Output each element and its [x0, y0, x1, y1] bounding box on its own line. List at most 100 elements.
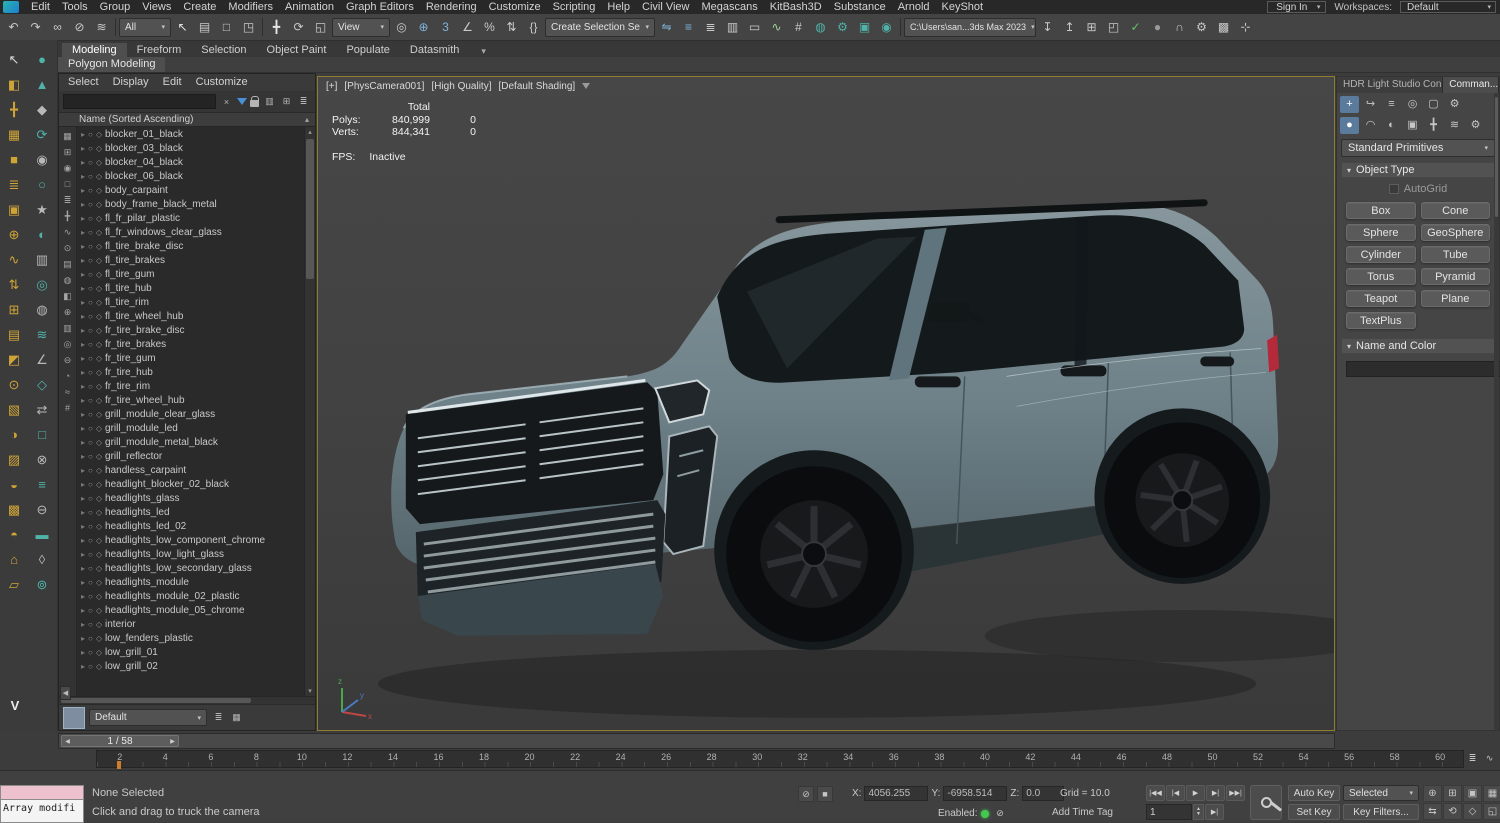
- selection-filter-dropdown[interactable]: All: [119, 17, 171, 37]
- enabled-led-icon[interactable]: [981, 809, 990, 818]
- align-icon[interactable]: ≡: [678, 17, 699, 38]
- ribbon-tab[interactable]: Object Paint: [257, 43, 337, 57]
- explorer-column-header[interactable]: Name (Sorted Ascending): [59, 112, 315, 127]
- left-toolbar-icon[interactable]: ⊞: [2, 298, 26, 320]
- scrollbar-thumb[interactable]: [306, 139, 314, 279]
- left-toolbar-icon[interactable]: ◓: [2, 523, 26, 545]
- scene-object-row[interactable]: fr_tire_brake_disc: [77, 323, 304, 337]
- menu-item[interactable]: KeyShot: [936, 0, 990, 14]
- explorer-tool-icon[interactable]: ⊕: [60, 305, 75, 319]
- scene-object-row[interactable]: body_carpaint: [77, 183, 304, 197]
- visibility-icon[interactable]: [88, 381, 93, 392]
- previous-frame-arrow[interactable]: ◀: [62, 736, 73, 746]
- menu-item[interactable]: Create: [177, 0, 222, 14]
- scene-object-row[interactable]: low_grill_01: [77, 645, 304, 659]
- reference-coordinate-dropdown[interactable]: View: [332, 17, 390, 37]
- curve-editor-icon[interactable]: ∿: [766, 17, 787, 38]
- expand-caret-icon[interactable]: [81, 199, 85, 210]
- visibility-icon[interactable]: [88, 171, 93, 182]
- go-to-start-button[interactable]: |◀◀: [1146, 785, 1165, 801]
- select-and-rotate-icon[interactable]: ⟳: [288, 17, 309, 38]
- primitive-button[interactable]: Cylinder: [1346, 246, 1416, 263]
- left-toolbar-icon[interactable]: ⌂: [2, 548, 26, 570]
- scene-object-row[interactable]: fl_tire_wheel_hub: [77, 309, 304, 323]
- scene-object-row[interactable]: grill_module_clear_glass: [77, 407, 304, 421]
- explorer-tool-icon[interactable]: ∿: [60, 225, 75, 239]
- isolate-selection-icon[interactable]: ⊘: [798, 786, 814, 802]
- scene-object-row[interactable]: headlights_module_05_chrome: [77, 603, 304, 617]
- menu-item[interactable]: Arnold: [892, 0, 936, 14]
- visibility-icon[interactable]: [88, 129, 93, 140]
- object-name-input[interactable]: [1346, 361, 1500, 377]
- macro-recorder-line[interactable]: [0, 785, 84, 800]
- ribbon-tab[interactable]: Selection: [191, 43, 256, 57]
- menu-item[interactable]: KitBash3D: [764, 0, 828, 14]
- primitive-button[interactable]: Sphere: [1346, 224, 1416, 241]
- autogrid-checkbox[interactable]: [1388, 184, 1399, 194]
- maxscript-mini-listener[interactable]: Array modifi: [0, 785, 84, 823]
- x-coordinate-field[interactable]: 4056.255: [864, 786, 929, 801]
- workspace-tools-icon[interactable]: ⚙: [1191, 17, 1212, 38]
- visibility-icon[interactable]: [88, 423, 93, 434]
- ribbon-panel-tab[interactable]: Polygon Modeling: [58, 57, 166, 72]
- modify-tab-icon[interactable]: ↪: [1361, 96, 1380, 113]
- menu-item[interactable]: Rendering: [420, 0, 483, 14]
- scene-object-row[interactable]: fr_tire_rim: [77, 379, 304, 393]
- 3dsmax-logo-icon[interactable]: [3, 1, 19, 13]
- cameras-category-icon[interactable]: ▣: [1403, 117, 1422, 134]
- visibility-icon[interactable]: [88, 521, 93, 532]
- visibility-icon[interactable]: [88, 591, 93, 602]
- left-toolbar-icon[interactable]: ◎: [30, 273, 54, 295]
- expand-caret-icon[interactable]: [81, 549, 85, 560]
- current-frame-field[interactable]: 1: [1146, 804, 1192, 820]
- menu-item[interactable]: Substance: [828, 0, 892, 14]
- archive-scene-icon[interactable]: ⊞: [1081, 17, 1102, 38]
- helpers-category-icon[interactable]: ╋: [1424, 117, 1443, 134]
- scene-object-row[interactable]: blocker_04_black: [77, 155, 304, 169]
- viewport[interactable]: [+] [PhysCamera001] [High Quality] [Defa…: [317, 76, 1335, 731]
- mirror-icon[interactable]: ⇋: [656, 17, 677, 38]
- ribbon-pin-icon[interactable]: ▾: [477, 46, 490, 57]
- percent-snap-icon[interactable]: %: [479, 17, 500, 38]
- expand-caret-icon[interactable]: [81, 619, 85, 630]
- go-to-end-frame-button[interactable]: ▶|: [1205, 804, 1224, 820]
- explorer-footer-icon[interactable]: ≣: [211, 710, 226, 725]
- scene-object-row[interactable]: headlights_glass: [77, 491, 304, 505]
- visibility-icon[interactable]: [88, 157, 93, 168]
- explorer-tool-icon[interactable]: ◍: [60, 273, 75, 287]
- track-bar[interactable]: 2 4 6 8 10 12 14 16 18 20 22 24 26 28 30 32 34 36 38 40 42 44…: [96, 750, 1464, 768]
- left-toolbar-icon[interactable]: ○: [30, 173, 54, 195]
- visibility-icon[interactable]: [88, 395, 93, 406]
- select-and-scale-icon[interactable]: ◱: [310, 17, 331, 38]
- scroll-up-icon[interactable]: ▴: [305, 128, 315, 136]
- select-and-link-icon[interactable]: ∞: [47, 17, 68, 38]
- frame-spinner[interactable]: ▲ ▼: [1193, 804, 1204, 820]
- toggle-layer-explorer-icon[interactable]: ▥: [722, 17, 743, 38]
- left-toolbar-icon[interactable]: ▩: [2, 498, 26, 520]
- left-toolbar-icon[interactable]: ≡: [30, 473, 54, 495]
- left-toolbar-icon[interactable]: ⊚: [30, 573, 54, 595]
- health-check-icon[interactable]: ✓: [1125, 17, 1146, 38]
- explorer-hscrollbar[interactable]: [59, 696, 315, 704]
- visibility-icon[interactable]: [88, 577, 93, 588]
- explorer-tool-icon[interactable]: ◔: [60, 369, 75, 383]
- visibility-icon[interactable]: [88, 661, 93, 672]
- explorer-tool-icon[interactable]: ⊙: [60, 241, 75, 255]
- explorer-option-icon[interactable]: ≣: [296, 94, 311, 109]
- primitive-button[interactable]: TextPlus: [1346, 312, 1416, 329]
- left-toolbar-icon[interactable]: ≣: [2, 173, 26, 195]
- layer-color-swatch[interactable]: [63, 706, 85, 729]
- notification-icon[interactable]: ●: [1147, 17, 1168, 38]
- rectangular-selection-region-icon[interactable]: □: [216, 17, 237, 38]
- maximize-viewport-icon[interactable]: ◱: [1483, 803, 1500, 820]
- object-type-rollout[interactable]: Object Type: [1341, 162, 1495, 178]
- expand-caret-icon[interactable]: [81, 423, 85, 434]
- explorer-menu-item[interactable]: Display: [106, 75, 156, 90]
- explorer-tool-icon[interactable]: ╋: [60, 209, 75, 223]
- z-coordinate-field[interactable]: 0.0: [1022, 786, 1065, 801]
- expand-caret-icon[interactable]: [81, 381, 85, 392]
- unlink-selection-icon[interactable]: ⊘: [69, 17, 90, 38]
- scene-object-row[interactable]: headlights_led: [77, 505, 304, 519]
- left-toolbar-icon[interactable]: ◍: [30, 298, 54, 320]
- window-crossing-icon[interactable]: ◳: [238, 17, 259, 38]
